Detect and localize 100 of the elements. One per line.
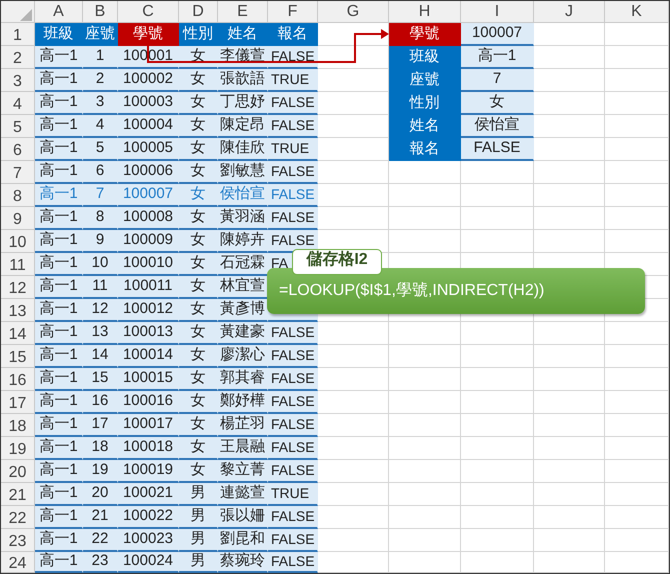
empty-cell[interactable] bbox=[605, 92, 669, 115]
empty-cell[interactable] bbox=[605, 230, 669, 253]
empty-cell[interactable] bbox=[461, 414, 534, 437]
row-header[interactable]: 24 bbox=[1, 552, 35, 573]
empty-cell[interactable] bbox=[605, 46, 669, 69]
row-header[interactable]: 4 bbox=[1, 92, 35, 115]
row-header[interactable]: 19 bbox=[1, 437, 35, 460]
empty-cell[interactable] bbox=[389, 506, 461, 529]
empty-cell[interactable] bbox=[389, 368, 461, 391]
empty-cell[interactable] bbox=[461, 230, 534, 253]
empty-cell[interactable] bbox=[389, 529, 461, 552]
row-header[interactable]: 3 bbox=[1, 69, 35, 92]
empty-cell[interactable] bbox=[389, 460, 461, 483]
empty-cell[interactable] bbox=[461, 529, 534, 552]
empty-cell[interactable] bbox=[461, 322, 534, 345]
empty-cell[interactable] bbox=[534, 437, 605, 460]
empty-cell[interactable] bbox=[534, 460, 605, 483]
row-header[interactable]: 21 bbox=[1, 483, 35, 506]
row-header[interactable]: 15 bbox=[1, 345, 35, 368]
empty-cell[interactable] bbox=[605, 368, 669, 391]
empty-cell[interactable] bbox=[605, 552, 669, 573]
empty-cell[interactable] bbox=[605, 207, 669, 230]
empty-cell[interactable] bbox=[605, 23, 669, 46]
empty-cell[interactable] bbox=[461, 368, 534, 391]
empty-cell[interactable] bbox=[461, 345, 534, 368]
empty-cell[interactable] bbox=[534, 506, 605, 529]
column-header[interactable]: D bbox=[179, 1, 218, 23]
row-header[interactable]: 2 bbox=[1, 46, 35, 69]
row-header[interactable]: 1 bbox=[1, 23, 35, 46]
empty-cell[interactable] bbox=[605, 529, 669, 552]
empty-cell[interactable] bbox=[389, 230, 461, 253]
empty-cell[interactable] bbox=[389, 184, 461, 207]
row-header[interactable]: 18 bbox=[1, 414, 35, 437]
empty-cell[interactable] bbox=[605, 483, 669, 506]
empty-cell[interactable] bbox=[389, 322, 461, 345]
empty-cell[interactable] bbox=[461, 437, 534, 460]
column-header[interactable]: H bbox=[389, 1, 461, 23]
row-header[interactable]: 14 bbox=[1, 322, 35, 345]
empty-cell[interactable] bbox=[534, 184, 605, 207]
empty-cell[interactable] bbox=[534, 391, 605, 414]
empty-cell[interactable] bbox=[389, 414, 461, 437]
empty-cell[interactable] bbox=[605, 437, 669, 460]
column-header[interactable]: A bbox=[35, 1, 83, 23]
row-header[interactable]: 16 bbox=[1, 368, 35, 391]
empty-cell[interactable] bbox=[534, 322, 605, 345]
empty-cell[interactable] bbox=[534, 230, 605, 253]
empty-cell[interactable] bbox=[461, 184, 534, 207]
row-header[interactable]: 5 bbox=[1, 115, 35, 138]
row-header[interactable]: 7 bbox=[1, 161, 35, 184]
row-header[interactable]: 9 bbox=[1, 207, 35, 230]
column-header[interactable]: G bbox=[318, 1, 389, 23]
row-header[interactable]: 22 bbox=[1, 506, 35, 529]
row-header[interactable]: 12 bbox=[1, 276, 35, 299]
empty-cell[interactable] bbox=[461, 207, 534, 230]
empty-cell[interactable] bbox=[461, 552, 534, 573]
empty-cell[interactable] bbox=[389, 207, 461, 230]
empty-cell[interactable] bbox=[605, 460, 669, 483]
empty-cell[interactable] bbox=[461, 483, 534, 506]
empty-cell[interactable] bbox=[461, 460, 534, 483]
column-header[interactable]: J bbox=[534, 1, 605, 23]
row-header[interactable]: 6 bbox=[1, 138, 35, 161]
empty-cell[interactable] bbox=[605, 69, 669, 92]
column-header[interactable]: E bbox=[218, 1, 268, 23]
empty-cell[interactable] bbox=[534, 345, 605, 368]
empty-cell[interactable] bbox=[605, 184, 669, 207]
empty-cell[interactable] bbox=[534, 529, 605, 552]
column-header[interactable]: B bbox=[83, 1, 118, 23]
empty-cell[interactable] bbox=[389, 552, 461, 573]
empty-cell[interactable] bbox=[389, 345, 461, 368]
empty-cell[interactable] bbox=[461, 506, 534, 529]
empty-cell[interactable] bbox=[534, 552, 605, 573]
empty-cell[interactable] bbox=[605, 115, 669, 138]
row-header[interactable]: 20 bbox=[1, 460, 35, 483]
row-header[interactable]: 11 bbox=[1, 253, 35, 276]
empty-cell[interactable] bbox=[389, 391, 461, 414]
empty-cell[interactable] bbox=[389, 437, 461, 460]
row-header[interactable]: 13 bbox=[1, 299, 35, 322]
empty-cell[interactable] bbox=[534, 414, 605, 437]
column-header[interactable]: I bbox=[461, 1, 534, 23]
empty-cell[interactable] bbox=[534, 368, 605, 391]
empty-cell[interactable] bbox=[605, 414, 669, 437]
empty-cell[interactable] bbox=[389, 161, 461, 184]
empty-cell[interactable] bbox=[605, 322, 669, 345]
empty-cell[interactable] bbox=[461, 391, 534, 414]
empty-cell[interactable] bbox=[605, 345, 669, 368]
row-header[interactable]: 17 bbox=[1, 391, 35, 414]
empty-cell[interactable] bbox=[389, 483, 461, 506]
empty-cell[interactable] bbox=[605, 391, 669, 414]
column-header[interactable]: F bbox=[268, 1, 318, 23]
empty-cell[interactable] bbox=[605, 138, 669, 161]
column-header[interactable]: K bbox=[605, 1, 669, 23]
empty-cell[interactable] bbox=[461, 161, 534, 184]
empty-cell[interactable] bbox=[605, 506, 669, 529]
row-header[interactable]: 8 bbox=[1, 184, 35, 207]
row-header[interactable]: 10 bbox=[1, 230, 35, 253]
row-header[interactable]: 23 bbox=[1, 529, 35, 552]
empty-cell[interactable] bbox=[605, 161, 669, 184]
empty-cell[interactable] bbox=[534, 207, 605, 230]
column-header[interactable]: C bbox=[118, 1, 179, 23]
select-all-button[interactable] bbox=[1, 1, 35, 23]
